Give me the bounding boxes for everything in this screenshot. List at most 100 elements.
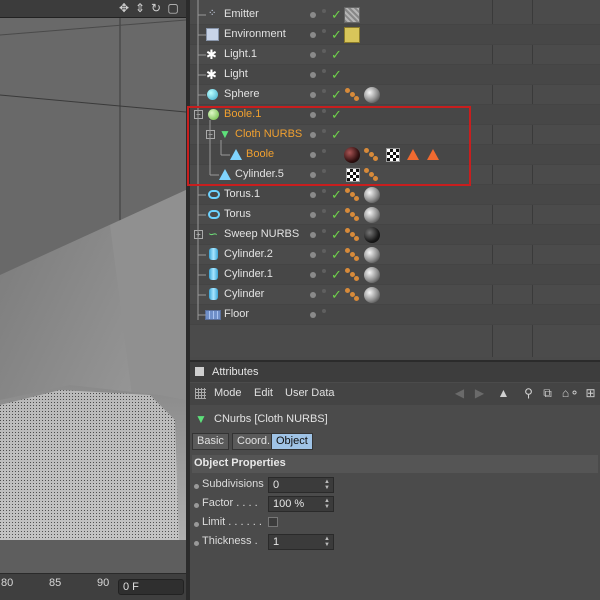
editor-visibility-dot[interactable]: [310, 92, 316, 98]
restriction-tag-icon[interactable]: [407, 149, 419, 160]
menu-user-data[interactable]: User Data: [285, 387, 335, 399]
phong-tag-icon[interactable]: [345, 228, 359, 242]
editor-visibility-dot[interactable]: [310, 132, 316, 138]
render-visibility-dot[interactable]: [322, 249, 326, 253]
phong-tag-icon[interactable]: [345, 268, 359, 282]
tab-object[interactable]: Object: [271, 433, 313, 450]
link-icon[interactable]: ⚬: [568, 387, 581, 400]
render-visibility-dot[interactable]: [322, 189, 326, 193]
render-visibility-dot[interactable]: [322, 89, 326, 93]
phong-tag-icon[interactable]: [345, 88, 359, 102]
enabled-check-icon[interactable]: ✓: [331, 107, 342, 123]
enabled-check-icon[interactable]: ✓: [331, 287, 342, 303]
enabled-check-icon[interactable]: ✓: [331, 67, 342, 83]
render-visibility-dot[interactable]: [322, 9, 326, 13]
texture-tag-icon[interactable]: [386, 148, 400, 162]
tab-coord[interactable]: Coord.: [232, 433, 276, 450]
pencil-tag-icon[interactable]: [344, 27, 360, 43]
phong-tag-icon[interactable]: [345, 188, 359, 202]
render-visibility-dot[interactable]: [322, 49, 326, 53]
timeline[interactable]: 80 85 90 0 F: [0, 573, 186, 600]
editor-visibility-dot[interactable]: [310, 152, 316, 158]
phong-tag-icon[interactable]: [345, 248, 359, 262]
object-row-cloth-nurbs[interactable]: − ▼ Cloth NURBS ✓: [190, 125, 600, 145]
current-frame-field[interactable]: 0 F: [118, 579, 184, 595]
forward-arrow-icon[interactable]: ▶: [473, 387, 486, 400]
phong-tag-icon[interactable]: [345, 288, 359, 302]
render-visibility-dot[interactable]: [322, 269, 326, 273]
editor-visibility-dot[interactable]: [310, 252, 316, 258]
move-camera-icon[interactable]: ✥: [117, 1, 131, 15]
limit-checkbox[interactable]: [268, 517, 278, 527]
material-tag-icon[interactable]: [364, 287, 380, 303]
animate-dot-icon[interactable]: [194, 484, 199, 489]
render-visibility-dot[interactable]: [322, 289, 326, 293]
spinner-icon[interactable]: ▲ ▼: [324, 536, 330, 548]
object-row-light-1[interactable]: ✱ Light.1 ✓: [190, 45, 600, 65]
render-visibility-dot[interactable]: [322, 229, 326, 233]
material-tag-icon[interactable]: [344, 147, 360, 163]
editor-visibility-dot[interactable]: [310, 312, 316, 318]
object-row-sphere[interactable]: Sphere ✓: [190, 85, 600, 105]
enabled-check-icon[interactable]: ✓: [331, 187, 342, 203]
object-row-boole-1[interactable]: − Boole.1 ✓: [190, 105, 600, 125]
tab-basic[interactable]: Basic: [192, 433, 229, 450]
object-row-emitter[interactable]: ⁘ Emitter ✓: [190, 5, 600, 25]
editor-visibility-dot[interactable]: [310, 272, 316, 278]
new-window-icon[interactable]: ⧉: [541, 387, 554, 400]
object-row-cylinder-1[interactable]: Cylinder.1 ✓: [190, 265, 600, 285]
object-row-cylinder-5[interactable]: Cylinder.5: [190, 165, 600, 185]
grid-menu-icon[interactable]: [195, 388, 206, 399]
object-row-sweep-nurbs[interactable]: + ∽ Sweep NURBS ✓: [190, 225, 600, 245]
zoom-camera-icon[interactable]: ⇕: [133, 1, 147, 15]
phong-tag-icon[interactable]: [345, 208, 359, 222]
object-row-boole[interactable]: Boole: [190, 145, 600, 165]
menu-mode[interactable]: Mode: [214, 387, 242, 399]
editor-visibility-dot[interactable]: [310, 12, 316, 18]
render-visibility-dot[interactable]: [322, 169, 326, 173]
animate-dot-icon[interactable]: [194, 522, 199, 527]
object-row-floor[interactable]: Floor: [190, 305, 600, 325]
texture-tag-icon[interactable]: [346, 168, 360, 182]
object-row-torus-1[interactable]: Torus.1 ✓: [190, 185, 600, 205]
editor-visibility-dot[interactable]: [310, 112, 316, 118]
editor-visibility-dot[interactable]: [310, 192, 316, 198]
enabled-check-icon[interactable]: ✓: [331, 27, 342, 43]
material-tag-icon[interactable]: [364, 207, 380, 223]
editor-visibility-dot[interactable]: [310, 32, 316, 38]
render-visibility-dot[interactable]: [322, 69, 326, 73]
panel-menu-icon[interactable]: [195, 367, 204, 376]
editor-visibility-dot[interactable]: [310, 232, 316, 238]
add-window-icon[interactable]: ⊞: [584, 387, 597, 400]
render-visibility-dot[interactable]: [322, 29, 326, 33]
restriction-tag-icon[interactable]: [427, 149, 439, 160]
maximize-view-icon[interactable]: ▢: [166, 1, 180, 15]
spinner-icon[interactable]: ▲ ▼: [324, 479, 330, 491]
object-row-light[interactable]: ✱ Light ✓: [190, 65, 600, 85]
editor-visibility-dot[interactable]: [310, 212, 316, 218]
up-arrow-icon[interactable]: ▲: [497, 387, 510, 400]
enabled-check-icon[interactable]: ✓: [331, 227, 342, 243]
menu-edit[interactable]: Edit: [254, 387, 273, 399]
enabled-check-icon[interactable]: ✓: [331, 47, 342, 63]
editor-visibility-dot[interactable]: [310, 72, 316, 78]
editor-visibility-dot[interactable]: [310, 172, 316, 178]
material-tag-icon[interactable]: [364, 87, 380, 103]
search-icon[interactable]: ⚲: [522, 387, 535, 400]
animate-dot-icon[interactable]: [194, 503, 199, 508]
viewport[interactable]: ✥ ⇕ ↻ ▢ 80 85 90 0 F: [0, 0, 186, 600]
enabled-check-icon[interactable]: ✓: [331, 207, 342, 223]
render-visibility-dot[interactable]: [322, 149, 326, 153]
material-tag-icon[interactable]: [364, 187, 380, 203]
emitter-tag-icon[interactable]: [344, 7, 360, 23]
editor-visibility-dot[interactable]: [310, 52, 316, 58]
object-row-cylinder-2[interactable]: Cylinder.2 ✓: [190, 245, 600, 265]
render-visibility-dot[interactable]: [322, 309, 326, 313]
render-visibility-dot[interactable]: [322, 209, 326, 213]
object-row-torus[interactable]: Torus ✓: [190, 205, 600, 225]
object-row-environment[interactable]: Environment ✓: [190, 25, 600, 45]
material-tag-icon[interactable]: [364, 227, 380, 243]
enabled-check-icon[interactable]: ✓: [331, 87, 342, 103]
enabled-check-icon[interactable]: ✓: [331, 267, 342, 283]
enabled-check-icon[interactable]: ✓: [331, 247, 342, 263]
